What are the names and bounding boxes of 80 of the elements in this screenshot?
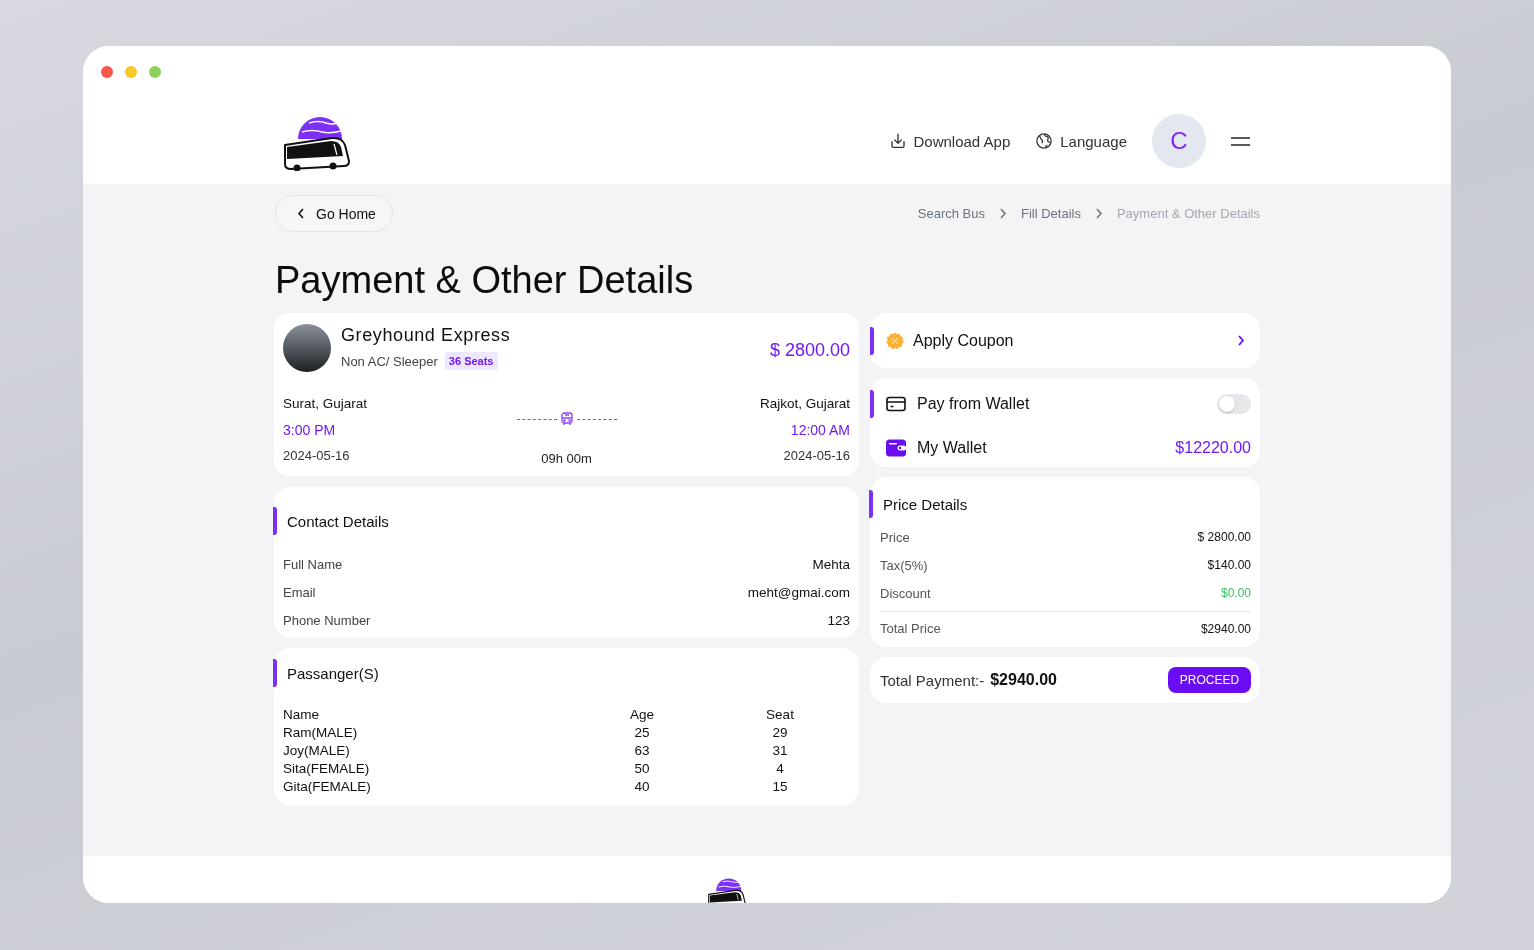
departure-time: 3:00 PM (283, 421, 337, 440)
accent-bar (870, 326, 874, 355)
section-title: Price Details (883, 495, 968, 513)
user-avatar[interactable]: C (1152, 114, 1206, 168)
table-cell-text: Sita(FEMALE) (283, 760, 371, 778)
proceed-button[interactable]: PROCEED (1168, 667, 1251, 693)
price-label: Tax(5%) (880, 557, 928, 573)
departure-date: 2024-05-16 (283, 447, 351, 465)
price-value: $0.00 (1220, 586, 1251, 600)
column-header: Seat (765, 706, 795, 724)
field-label: Full Name (283, 556, 343, 572)
globe-icon (1035, 132, 1054, 150)
download-icon (888, 132, 907, 150)
arrival-time: 12:00 AM (790, 421, 850, 440)
price-label: Discount (880, 585, 931, 601)
total-amount: $2940.00 (990, 671, 1057, 689)
wallet-label: My Wallet (917, 439, 987, 457)
price-label: Price (880, 529, 910, 545)
price-value: $ 2800.00 (1197, 530, 1251, 544)
column-header: Name (283, 706, 320, 724)
credit-card-icon (886, 394, 906, 414)
breadcrumb-link[interactable]: Search Bus (917, 206, 985, 221)
table-cell-text: 31 (771, 742, 789, 760)
chevron-right-icon (1094, 208, 1103, 219)
table-cell-text: 25 (633, 724, 651, 742)
arrival-date: 2024-05-16 (783, 447, 850, 465)
table-cell-text: Joy(MALE) (283, 742, 351, 760)
accent-bar (273, 507, 277, 535)
bus-logo-icon[interactable] (707, 875, 747, 903)
toggle-switch[interactable] (1217, 394, 1251, 414)
field-value: 123 (827, 612, 850, 628)
percent-badge-icon (886, 331, 904, 350)
chevron-left-icon (297, 208, 305, 219)
dashed-line (516, 418, 557, 420)
accent-bar (870, 390, 874, 418)
section-title: Passanger(S) (287, 664, 379, 682)
field-label: Email (283, 584, 316, 600)
download-app-link[interactable]: Download App (888, 132, 1011, 150)
table-cell-text: 63 (633, 742, 651, 760)
page-title: Payment & Other Details (275, 258, 695, 303)
field-value: meht@gmai.com (747, 584, 850, 600)
price-value: $140.00 (1207, 558, 1251, 572)
table-cell-text: Ram(MALE) (283, 724, 359, 742)
table-cell-text: Gita(FEMALE) (283, 778, 372, 796)
window-control-icon[interactable] (101, 66, 113, 78)
dashed-line (576, 418, 617, 420)
wallet-balance: $12220.00 (1175, 439, 1251, 457)
price-value: $2940.00 (1200, 621, 1251, 636)
table-cell-text: 15 (771, 778, 789, 796)
chevron-right-icon (998, 208, 1007, 219)
trip-duration: 09h 00m (541, 450, 592, 468)
bus-icon (559, 412, 574, 426)
bus-type: Non AC/ Sleeper (341, 353, 438, 369)
language-link[interactable]: Language (1035, 132, 1127, 150)
accent-bar (273, 659, 277, 687)
go-home-button[interactable]: Go Home (275, 195, 393, 232)
table-cell-text: 4 (775, 760, 785, 778)
accent-bar (869, 490, 873, 518)
table-cell-text: 40 (633, 778, 651, 796)
breadcrumb-link[interactable]: Fill Details (1020, 206, 1081, 221)
operator-name: Greyhound Express (341, 324, 511, 346)
chevron-right-icon[interactable] (1237, 335, 1245, 346)
table-cell-text: 29 (771, 724, 789, 742)
wallet-icon (886, 438, 906, 458)
table-cell-text: 50 (633, 760, 651, 778)
breadcrumb-current-page: Payment & Other Details (1116, 206, 1260, 221)
arrival-city: Rajkot, Gujarat (759, 395, 850, 413)
departure-city: Surat, Gujarat (283, 395, 369, 413)
column-header: Age (629, 706, 655, 724)
photo-placeholder (283, 324, 331, 372)
seats-badge: 36 Seats (444, 352, 498, 370)
coupon-label: Apply Coupon (913, 331, 1014, 350)
price-label: Total Price (880, 621, 941, 636)
trip-price: $ 2800.00 (769, 340, 850, 361)
field-value: Mehta (812, 556, 850, 572)
total-label: Total Payment:- (880, 671, 985, 689)
field-label: Phone Number (283, 612, 371, 628)
menu-icon[interactable] (1231, 136, 1250, 146)
wallet-option-label: Pay from Wallet (917, 395, 1030, 413)
section-title: Contact Details (287, 512, 389, 530)
